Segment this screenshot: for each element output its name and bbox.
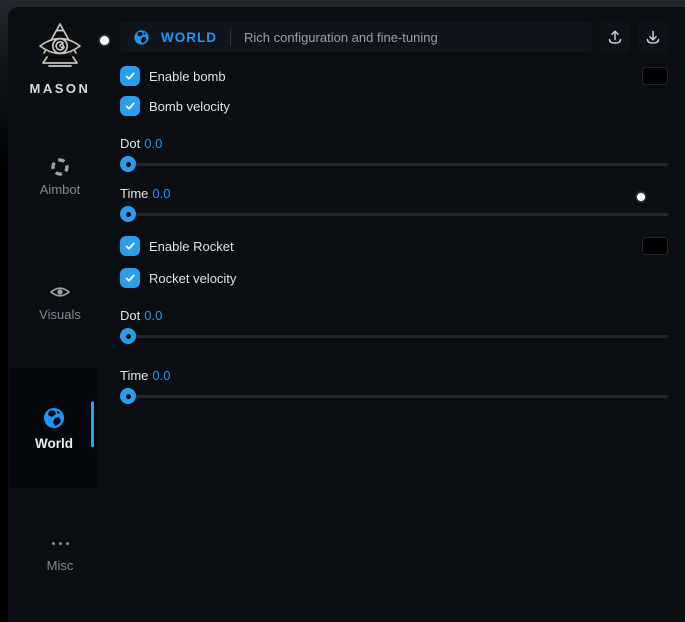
rocket-velocity-label: Rocket velocity xyxy=(149,271,236,286)
pyramid-eye-logo-icon xyxy=(35,21,85,75)
check-icon xyxy=(124,240,136,252)
ellipsis-icon xyxy=(52,533,69,553)
rocket-velocity-row: Rocket velocity xyxy=(120,268,668,288)
export-config-button[interactable] xyxy=(638,22,668,52)
enable-bomb-checkbox[interactable] xyxy=(120,66,140,86)
slider-track[interactable] xyxy=(120,213,668,216)
sidebar-item-label: Visuals xyxy=(39,307,81,322)
eye-icon xyxy=(49,282,71,302)
crosshair-icon xyxy=(50,157,70,177)
globe-icon xyxy=(133,29,150,46)
slider-name: Dot xyxy=(120,136,140,151)
import-config-button[interactable] xyxy=(600,22,630,52)
enable-bomb-label: Enable bomb xyxy=(149,69,226,84)
slider-value: 0.0 xyxy=(144,136,162,151)
slider-value: 0.0 xyxy=(144,308,162,323)
rocket-dot-slider-group: Dot 0.0 xyxy=(120,308,668,344)
enable-rocket-checkbox[interactable] xyxy=(120,236,140,256)
cursor-dot xyxy=(637,193,645,201)
sidebar-item-visuals[interactable]: Visuals xyxy=(8,282,112,322)
enable-rocket-row: Enable Rocket xyxy=(120,236,668,256)
bomb-time-slider[interactable] xyxy=(120,206,668,222)
cursor-dot xyxy=(100,36,109,45)
check-icon xyxy=(124,100,136,112)
slider-thumb[interactable] xyxy=(120,206,136,222)
slider-name: Dot xyxy=(120,308,140,323)
check-icon xyxy=(124,272,136,284)
page-subtitle: Rich configuration and fine-tuning xyxy=(244,30,438,45)
bomb-velocity-label: Bomb velocity xyxy=(149,99,230,114)
rocket-color-swatch[interactable] xyxy=(642,237,668,255)
slider-thumb[interactable] xyxy=(120,156,136,172)
slider-value: 0.0 xyxy=(152,368,170,383)
enable-bomb-row: Enable bomb xyxy=(120,66,668,86)
bomb-color-swatch[interactable] xyxy=(642,67,668,85)
bomb-velocity-checkbox[interactable] xyxy=(120,96,140,116)
sidebar-item-label: Misc xyxy=(47,558,74,573)
upload-icon xyxy=(607,29,623,45)
sidebar-item-label: World xyxy=(35,436,73,451)
header-divider xyxy=(230,29,231,46)
slider-name: Time xyxy=(120,186,148,201)
rocket-time-slider-label: Time 0.0 xyxy=(120,368,668,383)
world-tab-content: WORLD Rich configuration and fine-tuning xyxy=(112,7,685,622)
mason-menu-window: MASON Aimbot Visuals World Misc xyxy=(8,7,685,622)
bomb-dot-slider-group: Dot 0.0 xyxy=(120,136,668,172)
sidebar: MASON Aimbot Visuals World Misc xyxy=(8,7,112,622)
slider-track[interactable] xyxy=(120,335,668,338)
slider-value: 0.0 xyxy=(152,186,170,201)
sidebar-item-misc[interactable]: Misc xyxy=(8,533,112,573)
rocket-dot-slider[interactable] xyxy=(120,328,668,344)
enable-rocket-label: Enable Rocket xyxy=(149,239,234,254)
brand-text: MASON xyxy=(8,81,112,96)
rocket-velocity-checkbox[interactable] xyxy=(120,268,140,288)
globe-icon xyxy=(42,406,66,430)
bomb-time-slider-group: Time 0.0 xyxy=(120,186,668,222)
slider-thumb[interactable] xyxy=(120,328,136,344)
bomb-velocity-row: Bomb velocity xyxy=(120,96,668,116)
check-icon xyxy=(124,70,136,82)
tab-header-bar: WORLD Rich configuration and fine-tuning xyxy=(120,22,592,52)
bomb-time-slider-label: Time 0.0 xyxy=(120,186,668,201)
page-title: WORLD xyxy=(161,30,217,45)
slider-track[interactable] xyxy=(120,163,668,166)
slider-thumb[interactable] xyxy=(120,388,136,404)
mason-logo: MASON xyxy=(8,21,112,96)
sidebar-item-aimbot[interactable]: Aimbot xyxy=(8,157,112,197)
bomb-dot-slider-label: Dot 0.0 xyxy=(120,136,668,151)
bomb-dot-slider[interactable] xyxy=(120,156,668,172)
sidebar-item-label: Aimbot xyxy=(40,182,80,197)
sidebar-item-world[interactable]: World xyxy=(10,368,98,488)
slider-track[interactable] xyxy=(120,395,668,398)
rocket-time-slider-group: Time 0.0 xyxy=(120,368,668,404)
rocket-dot-slider-label: Dot 0.0 xyxy=(120,308,668,323)
download-icon xyxy=(645,29,661,45)
active-tab-indicator xyxy=(91,401,94,447)
slider-name: Time xyxy=(120,368,148,383)
header-row: WORLD Rich configuration and fine-tuning xyxy=(120,22,668,52)
rocket-time-slider[interactable] xyxy=(120,388,668,404)
